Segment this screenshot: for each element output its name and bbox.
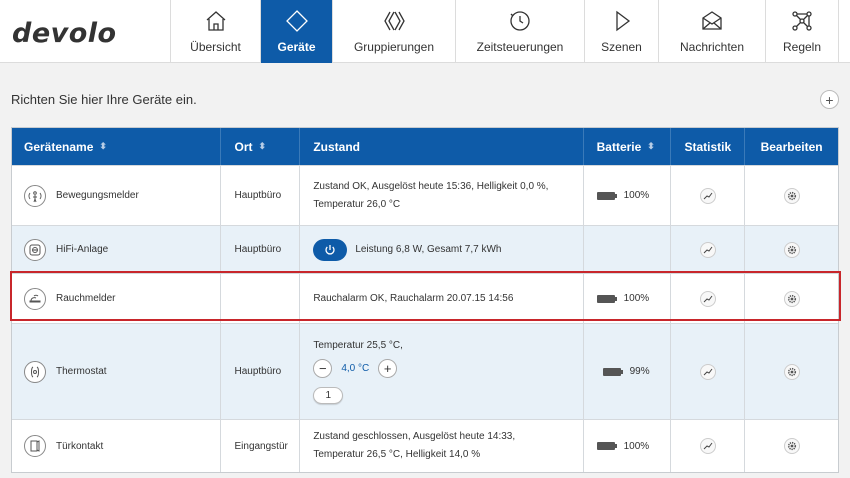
chart-icon: [703, 192, 713, 199]
door-contact-icon: [24, 435, 46, 457]
devices-table: Gerätename ⬍ Ort ⬍ Zustand Batterie ⬍ Stati…: [11, 127, 839, 473]
gear-icon: [787, 367, 796, 376]
statistics-button[interactable]: [699, 438, 716, 454]
device-location: Hauptbüro: [221, 324, 301, 419]
edit-button[interactable]: [783, 241, 800, 258]
chart-icon: [703, 368, 713, 375]
nav-regeln[interactable]: Regeln: [765, 0, 839, 63]
setpoint-stepper: − 4,0 °C +: [313, 358, 403, 378]
motion-sensor-icon: [24, 184, 46, 207]
device-battery: [584, 226, 672, 273]
edit-button[interactable]: [783, 290, 800, 307]
chart-icon: [703, 442, 713, 450]
edit-button[interactable]: [783, 438, 800, 454]
device-location: Eingangstür: [221, 420, 301, 472]
header-statistics: Statistik: [671, 128, 746, 165]
chart-icon: [703, 246, 713, 253]
table-row: Rauchmelder Rauchalarm OK, Rauchalarm 20…: [12, 273, 838, 323]
device-state: Rauchalarm OK, Rauchalarm 20.07.15 14:56: [300, 274, 584, 323]
table-row: Bewegungsmelder Hauptbüro Zustand OK, Au…: [12, 165, 838, 225]
chart-icon: [703, 295, 713, 302]
sort-icon: ⬍: [258, 141, 267, 151]
top-header: devolo Übersicht Geräte Gruppierungen Ze…: [0, 0, 850, 63]
battery-icon: [596, 442, 617, 450]
nav-gruppierungen[interactable]: Gruppierungen: [332, 0, 455, 63]
device-location: Hauptbüro: [221, 166, 301, 225]
nav-zeitsteuerungen[interactable]: Zeitsteuerungen: [455, 0, 584, 63]
gear-icon: [787, 294, 796, 303]
table-row: HiFi-Anlage Hauptbüro Leistung 6,8 W, Ge…: [12, 225, 838, 273]
device-name[interactable]: Thermostat: [56, 366, 107, 377]
device-state: Zustand OK, Ausgelöst heute 15:36, Helli…: [313, 180, 549, 210]
power-icon: [325, 244, 335, 255]
device-location: [221, 274, 301, 323]
header-device-name[interactable]: Gerätename ⬍: [12, 128, 222, 165]
battery-level: 100%: [623, 440, 650, 452]
main-nav: Übersicht Geräte Gruppierungen Zeitsteue…: [170, 0, 839, 63]
statistics-button[interactable]: [699, 290, 716, 307]
battery-icon: [602, 367, 623, 376]
add-device-button[interactable]: +: [820, 90, 839, 109]
envelope-icon: [702, 11, 722, 30]
power-toggle-button[interactable]: [313, 238, 348, 261]
devolo-logo[interactable]: devolo: [12, 18, 117, 49]
decrease-button[interactable]: −: [313, 358, 333, 378]
table-row: Türkontakt Eingangstür Zustand geschloss…: [12, 419, 838, 472]
edit-button[interactable]: [783, 363, 800, 380]
clock-icon: [510, 11, 530, 31]
battery-level: 99%: [629, 366, 650, 377]
device-name[interactable]: Bewegungsmelder: [56, 190, 139, 201]
device-name[interactable]: Rauchmelder: [56, 293, 115, 304]
thermostat-icon: [24, 360, 46, 383]
device-name[interactable]: HiFi-Anlage: [56, 244, 108, 255]
nav-uebersicht[interactable]: Übersicht: [170, 0, 260, 63]
setpoint-value: 4,0 °C: [341, 362, 370, 374]
device-state: Temperatur 25,5 °C,: [313, 339, 403, 351]
play-icon: [615, 10, 630, 32]
header-battery[interactable]: Batterie ⬍: [584, 128, 672, 165]
device-name[interactable]: Türkontakt: [56, 441, 103, 452]
battery-icon: [596, 294, 617, 303]
gear-icon: [787, 441, 796, 451]
table-row: Thermostat Hauptbüro Temperatur 25,5 °C,…: [12, 323, 838, 419]
header-edit: Bearbeiten: [760, 139, 823, 154]
statistics-button[interactable]: [699, 187, 716, 204]
increase-button[interactable]: +: [378, 358, 398, 378]
mode-button[interactable]: 1: [313, 386, 344, 404]
battery-icon: [596, 191, 617, 200]
group-icon: [384, 11, 405, 31]
header-state: Zustand: [300, 128, 584, 165]
diamond-icon: [285, 10, 308, 32]
nav-nachrichten[interactable]: Nachrichten: [658, 0, 765, 63]
statistics-button[interactable]: [699, 241, 716, 258]
plug-icon: [24, 238, 46, 261]
statistics-button[interactable]: [699, 363, 716, 380]
sort-icon: ⬍: [99, 141, 107, 151]
battery-level: 100%: [623, 293, 650, 304]
page-subtitle: Richten Sie hier Ihre Geräte ein.: [11, 92, 197, 107]
gear-icon: [787, 245, 796, 254]
rules-icon: [792, 11, 812, 31]
gear-icon: [787, 191, 796, 200]
nav-szenen[interactable]: Szenen: [584, 0, 658, 63]
device-location: Hauptbüro: [221, 226, 301, 273]
battery-level: 100%: [623, 190, 650, 201]
smoke-detector-icon: [24, 287, 46, 310]
sort-icon: ⬍: [647, 141, 655, 151]
edit-button[interactable]: [783, 187, 800, 204]
device-state: Leistung 6,8 W, Gesamt 7,7 kWh: [355, 244, 502, 255]
home-icon: [206, 11, 225, 31]
header-location[interactable]: Ort ⬍: [221, 128, 301, 165]
table-header: Gerätename ⬍ Ort ⬍ Zustand Batterie ⬍ Stati…: [12, 128, 838, 165]
device-state: Zustand geschlossen, Ausgelöst heute 14:…: [313, 431, 516, 460]
nav-geraete[interactable]: Geräte: [260, 0, 332, 63]
